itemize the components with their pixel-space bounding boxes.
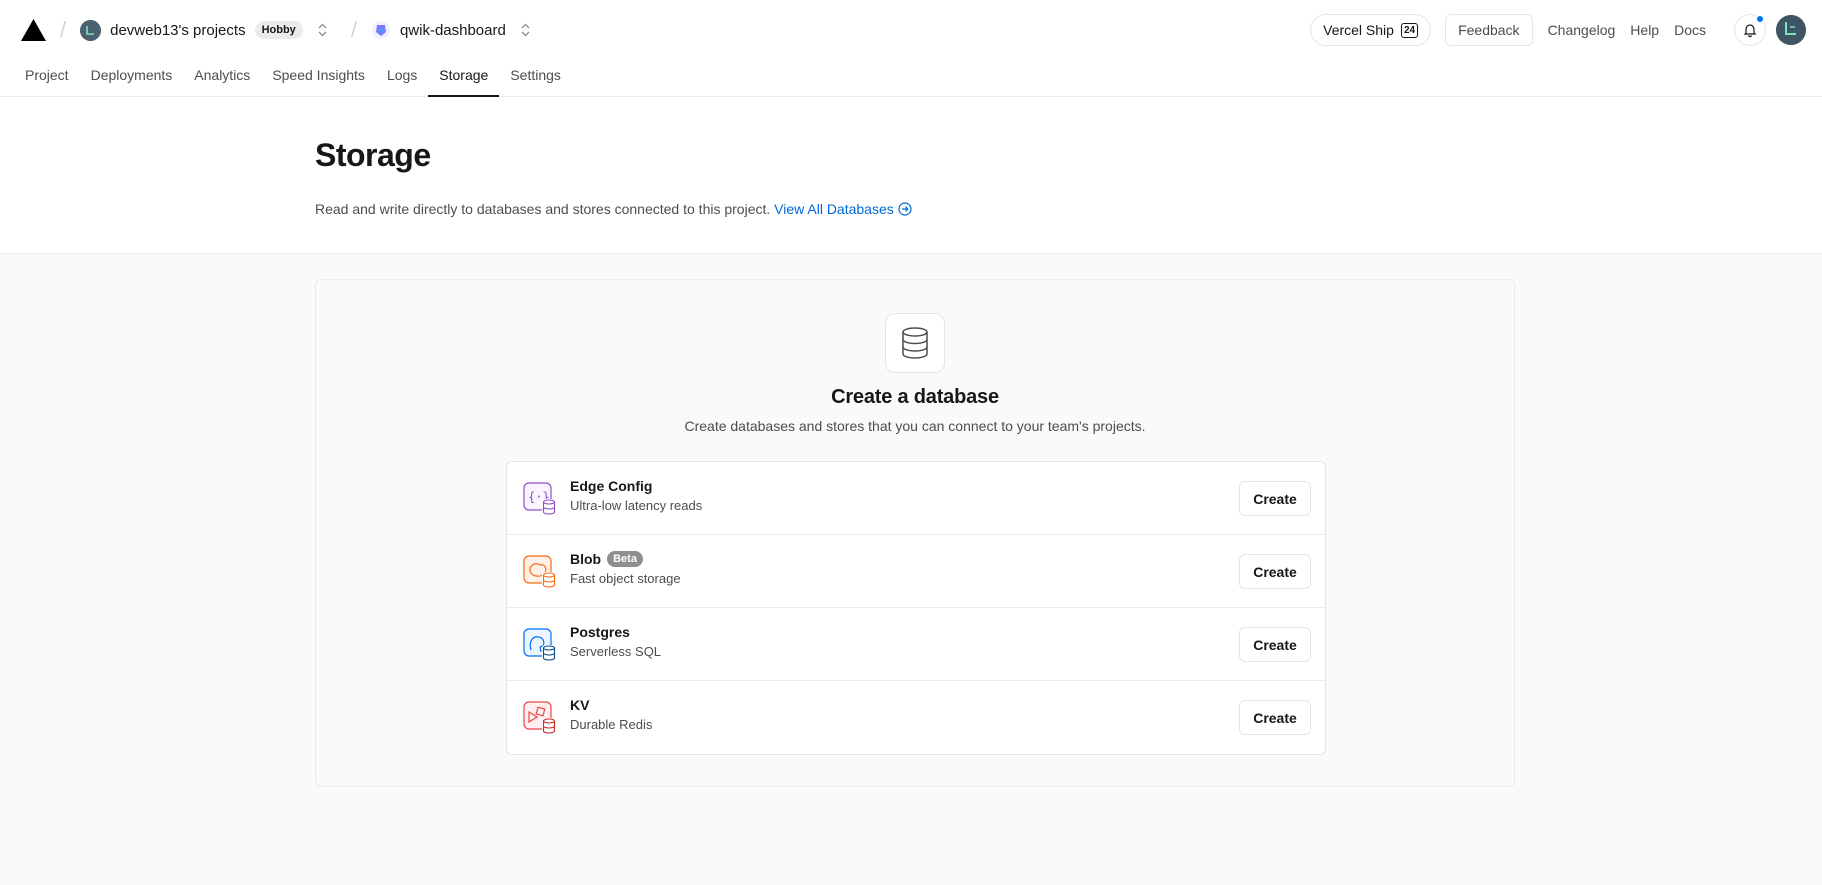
view-all-databases-link[interactable]: View All Databases [774, 201, 912, 217]
page-hero: Storage Read and write directly to datab… [0, 97, 1822, 254]
create-edge-config-button[interactable]: Create [1239, 481, 1311, 516]
project-switcher[interactable]: qwik-dashboard [371, 20, 530, 40]
edge-config-icon: {·} [523, 482, 557, 516]
item-description: Fast object storage [570, 571, 681, 586]
list-item-blob: Blob Beta Fast object storage Create [507, 535, 1325, 608]
bell-icon [1743, 24, 1757, 38]
tab-analytics[interactable]: Analytics [183, 59, 261, 96]
list-item-text: Postgres Serverless SQL [570, 624, 661, 659]
vercel-ship-button[interactable]: Vercel Ship 24 [1310, 14, 1432, 46]
header-actions: Vercel Ship 24 Feedback Changelog Help D… [1310, 14, 1806, 46]
blob-icon [523, 555, 557, 589]
item-name: KV [570, 697, 590, 713]
panel-title: Create a database [831, 386, 999, 408]
user-avatar[interactable] [1776, 15, 1806, 45]
page-description: Read and write directly to databases and… [315, 201, 1822, 217]
team-avatar [80, 19, 102, 41]
tab-speed-insights[interactable]: Speed Insights [261, 59, 376, 96]
item-name: Blob [570, 551, 602, 567]
tab-storage[interactable]: Storage [428, 59, 500, 97]
item-name: Postgres [570, 624, 630, 640]
item-description: Serverless SQL [570, 644, 662, 659]
list-item-text: Edge Config Ultra-low latency reads [570, 478, 702, 513]
page-description-text: Read and write directly to databases and… [315, 201, 771, 217]
list-item-text: KV Durable Redis [570, 697, 652, 732]
tab-settings[interactable]: Settings [499, 59, 572, 96]
vercel-ship-label: Vercel Ship [1323, 22, 1394, 38]
vercel-logo-icon[interactable] [21, 19, 46, 41]
qwik-logo-icon [371, 20, 391, 40]
view-all-databases-label: View All Databases [774, 201, 894, 217]
page-title: Storage [315, 137, 431, 173]
project-tabs: Project Deployments Analytics Speed Insi… [14, 59, 572, 97]
item-name: Edge Config [570, 478, 653, 494]
item-name-row: Blob Beta [570, 551, 681, 567]
item-description: Durable Redis [570, 717, 653, 732]
database-icon [885, 313, 945, 373]
list-item-postgres: Postgres Serverless SQL Create [507, 608, 1325, 681]
changelog-link[interactable]: Changelog [1548, 22, 1616, 38]
chevron-up-down-icon[interactable] [521, 23, 530, 37]
beta-badge: Beta [607, 551, 643, 567]
breadcrumb-separator: / [350, 17, 357, 42]
help-link[interactable]: Help [1630, 22, 1659, 38]
create-blob-button[interactable]: Create [1239, 554, 1311, 589]
docs-link[interactable]: Docs [1674, 22, 1706, 38]
list-item-kv: KV Durable Redis Create [507, 681, 1325, 754]
project-name: qwik-dashboard [399, 21, 506, 39]
list-item-text: Blob Beta Fast object storage [570, 551, 681, 586]
tab-logs[interactable]: Logs [376, 59, 428, 96]
postgres-icon [523, 628, 557, 662]
arrow-circle-right-icon [898, 202, 912, 216]
tab-deployments[interactable]: Deployments [80, 59, 184, 96]
chevron-up-down-icon[interactable] [318, 23, 327, 37]
create-postgres-button[interactable]: Create [1239, 627, 1311, 662]
team-switcher[interactable]: devweb13's projects Hobby [80, 19, 327, 41]
app-header: / devweb13's projects Hobby / qwik-dashb… [0, 0, 1822, 97]
tab-project[interactable]: Project [14, 59, 80, 96]
panel-subtitle: Create databases and stores that you can… [684, 418, 1146, 434]
database-list: {·} Edge Config Ultra-low latency reads … [506, 461, 1326, 755]
create-database-panel: Create a database Create databases and s… [315, 279, 1515, 787]
feedback-button[interactable]: Feedback [1445, 14, 1533, 46]
create-kv-button[interactable]: Create [1239, 700, 1311, 735]
notification-dot [1756, 15, 1764, 23]
top-bar: / devweb13's projects Hobby / qwik-dashb… [0, 0, 1822, 60]
team-name: devweb13's projects [110, 21, 246, 39]
breadcrumb-separator: / [60, 17, 67, 42]
ship-badge: 24 [1400, 22, 1419, 38]
item-description: Ultra-low latency reads [570, 498, 703, 513]
list-item-edge-config: {·} Edge Config Ultra-low latency reads … [507, 462, 1325, 535]
kv-icon [523, 701, 557, 735]
notifications-button[interactable] [1734, 14, 1766, 46]
plan-badge: Hobby [254, 21, 303, 39]
